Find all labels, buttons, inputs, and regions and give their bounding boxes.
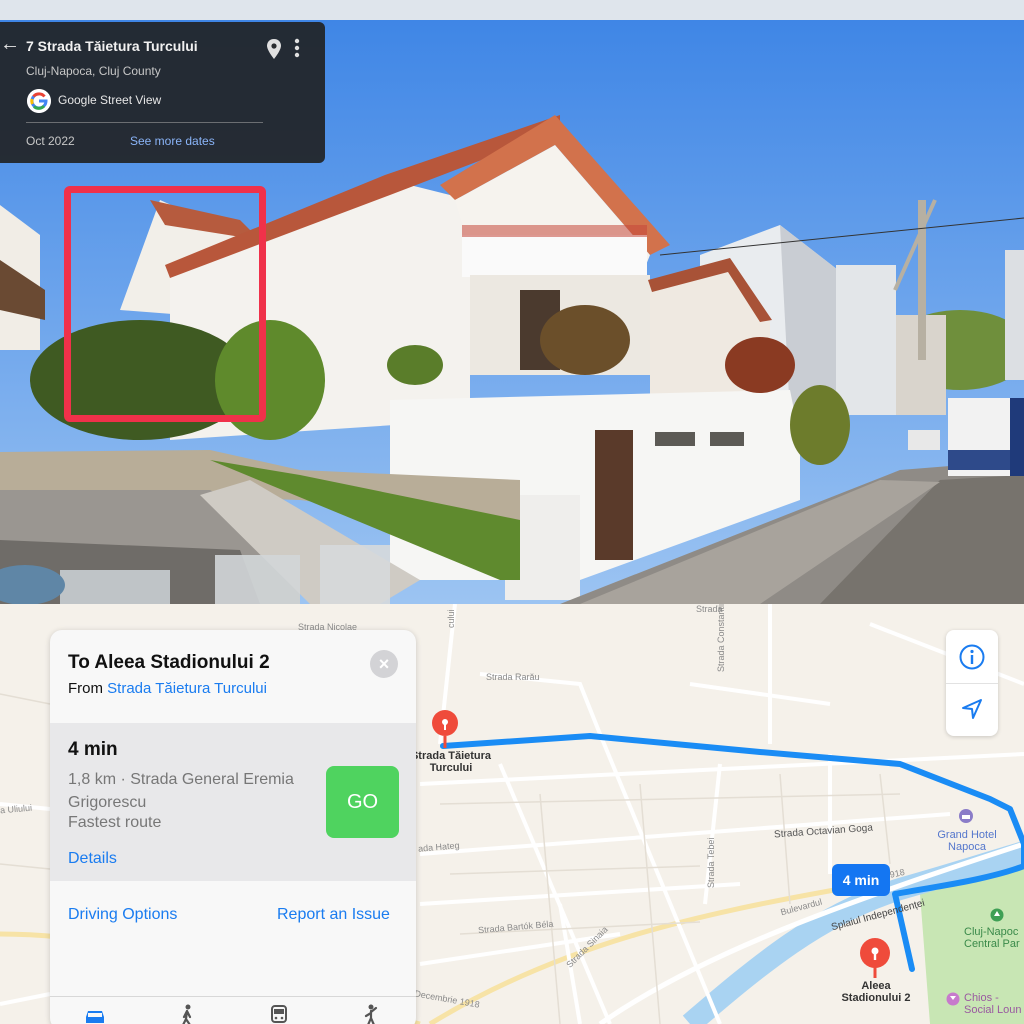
street-view-panorama[interactable]: ← 7 Strada Tăietura Turcului Cluj-Napoca… — [0, 20, 1024, 604]
directions-card: To Aleea Stadionului 2 From Strada Tăiet… — [50, 630, 416, 1024]
street-view-info-card: ← 7 Strada Tăietura Turcului Cluj-Napoca… — [0, 22, 325, 163]
ride-icon[interactable] — [359, 1003, 383, 1024]
back-arrow-icon[interactable]: ← — [0, 34, 20, 54]
google-logo-icon — [27, 89, 51, 113]
poi-grand-hotel-line2: Napoca — [948, 841, 986, 853]
street-label: cului — [446, 609, 456, 628]
origin-pin-icon[interactable] — [428, 708, 462, 748]
route-description: 1,8 km · Strada General Eremia Grigoresc… — [68, 771, 294, 811]
close-icon: × — [378, 654, 390, 674]
route-type: Fastest route — [68, 814, 162, 831]
route-option[interactable]: 4 min 1,8 km · Strada General Eremia Gri… — [50, 723, 416, 881]
go-button[interactable]: GO — [326, 766, 399, 838]
provider-label: Google Street View — [58, 93, 162, 107]
poi-chios[interactable]: Chios - Social Loun — [964, 992, 1022, 1016]
poi-chios-line2: Social Loun — [964, 1004, 1022, 1016]
close-button[interactable]: × — [370, 650, 398, 678]
destination-label: Aleea Stadionului 2 — [828, 980, 924, 1004]
report-issue-link[interactable]: Report an Issue — [277, 906, 390, 924]
destination-label-line2: Stadionului 2 — [841, 992, 911, 1004]
origin-label-line1: Strada Tăietura — [410, 750, 492, 762]
destination-title: To Aleea Stadionului 2 — [68, 652, 270, 673]
origin-link[interactable]: Strada Tăietura Turcului — [107, 680, 267, 697]
transit-icon[interactable] — [267, 1003, 291, 1024]
hotel-icon — [959, 809, 973, 823]
walk-icon[interactable] — [175, 1003, 199, 1024]
location-subtitle: Cluj-Napoca, Cluj County — [26, 64, 161, 78]
see-more-dates-link[interactable]: See more dates — [130, 134, 215, 148]
route-time-badge[interactable]: 4 min — [832, 864, 890, 896]
poi-chios-line1: Chios - — [964, 992, 999, 1004]
poi-grand-hotel-line1: Grand Hotel — [937, 829, 997, 841]
capture-date: Oct 2022 — [26, 134, 75, 148]
info-icon[interactable] — [959, 644, 985, 670]
location-arrow-icon[interactable] — [961, 698, 983, 720]
location-title: 7 Strada Tăietura Turcului — [26, 38, 198, 54]
divider — [26, 122, 263, 123]
origin-label: Strada Tăietura Turcului — [410, 750, 492, 774]
divider — [946, 683, 998, 684]
transport-mode-tabs — [50, 996, 416, 1024]
park-icon — [990, 908, 1004, 922]
details-link[interactable]: Details — [68, 850, 117, 868]
more-vert-icon[interactable] — [292, 36, 302, 60]
origin-line: From Strada Tăietura Turcului — [68, 680, 267, 697]
street-label: Strada Tebei — [706, 837, 716, 888]
car-icon[interactable] — [83, 1003, 107, 1024]
highlight-box — [64, 186, 266, 422]
poi-grand-hotel[interactable]: Grand Hotel Napoca — [932, 829, 1002, 853]
from-prefix: From — [68, 680, 103, 697]
destination-pin-icon[interactable] — [858, 938, 892, 978]
location-pin-icon[interactable] — [265, 38, 283, 60]
street-label: Strada Rarău — [486, 672, 540, 682]
poi-central-park[interactable]: Cluj-Napoc Central Par — [964, 926, 1020, 950]
bar-icon — [946, 992, 960, 1006]
map-view[interactable]: Strada Nicolae Strada Rarău Strada Strad… — [0, 604, 1024, 1024]
poi-central-park-line2: Central Par — [964, 938, 1020, 950]
route-duration: 4 min — [68, 739, 118, 760]
destination-label-line1: Aleea — [861, 980, 891, 992]
poi-central-park-line1: Cluj-Napoc — [964, 926, 1019, 938]
driving-options-link[interactable]: Driving Options — [68, 906, 177, 924]
street-label: Strada Constantin A. Rosetti — [716, 604, 726, 672]
origin-label-line2: Turcului — [429, 762, 473, 774]
map-controls — [946, 630, 998, 736]
